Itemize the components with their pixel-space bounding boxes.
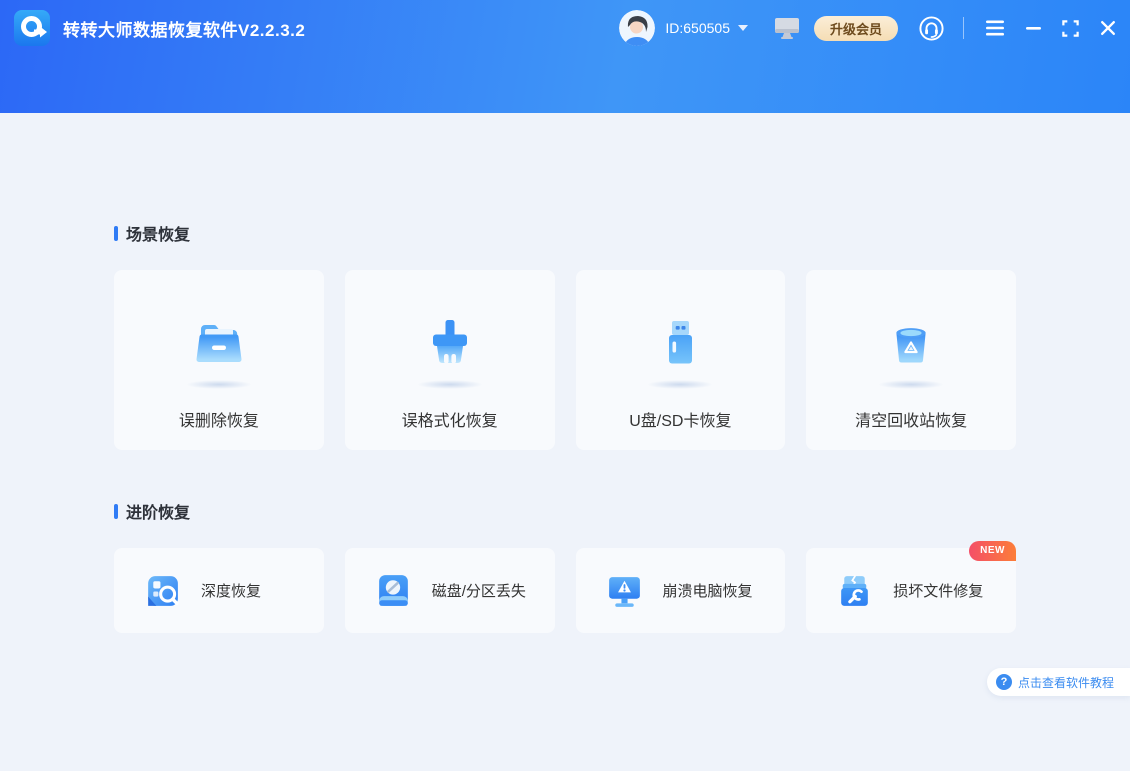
recycle-bin-icon: [878, 310, 944, 376]
section-accent-bar: [114, 226, 118, 241]
usb-drive-icon: [647, 310, 713, 376]
card-label: 误删除恢复: [179, 407, 259, 431]
caret-down-icon[interactable]: [738, 25, 748, 31]
monitor-icon[interactable]: [774, 17, 800, 40]
close-icon[interactable]: [1100, 20, 1116, 36]
card-deleted-recovery[interactable]: 误删除恢复: [114, 270, 324, 450]
user-id-label[interactable]: ID:650505: [665, 20, 730, 36]
card-label: 磁盘/分区丢失: [432, 580, 526, 601]
tutorial-link-label: 点击查看软件教程: [1018, 674, 1114, 691]
folder-icon: [186, 310, 252, 376]
advanced-section-title: 进阶恢复: [114, 450, 1016, 523]
scenario-card-grid: 误删除恢复: [114, 270, 1016, 450]
app-title: 转转大师数据恢复软件V2.2.3.2: [63, 16, 305, 41]
card-label: 误格式化恢复: [402, 407, 498, 431]
card-formatted-recovery[interactable]: 误格式化恢复: [345, 270, 555, 450]
disk-partition-icon: [373, 570, 414, 611]
file-repair-icon: [834, 570, 875, 611]
app-logo-icon: [14, 10, 50, 46]
new-badge: NEW: [969, 541, 1016, 561]
maximize-icon[interactable]: [1062, 20, 1079, 37]
card-label: U盘/SD卡恢复: [629, 407, 731, 431]
minimize-icon[interactable]: [1026, 27, 1041, 30]
main-area: 场景恢复: [0, 113, 1130, 771]
card-deep-recovery[interactable]: 深度恢复: [114, 548, 324, 633]
card-file-repair[interactable]: NEW 损坏文件修复: [806, 548, 1016, 633]
app-window: 转转大师数据恢复软件V2.2.3.2 ID:650505: [0, 0, 1130, 771]
card-label: 损坏文件修复: [893, 580, 983, 601]
card-recycle-bin-recovery[interactable]: 清空回收站恢复: [806, 270, 1016, 450]
card-usb-sd-recovery[interactable]: U盘/SD卡恢复: [576, 270, 786, 450]
card-disk-partition-lost[interactable]: 磁盘/分区丢失: [345, 548, 555, 633]
user-avatar[interactable]: [619, 10, 655, 46]
title-bar: 转转大师数据恢复软件V2.2.3.2 ID:650505: [0, 0, 1130, 113]
customer-service-icon[interactable]: [918, 15, 945, 42]
deep-scan-icon: [142, 570, 183, 611]
upgrade-member-button[interactable]: 升级会员: [814, 16, 898, 41]
icon-shadow: [186, 380, 252, 389]
icon-shadow: [878, 380, 944, 389]
advanced-card-grid: 深度恢复 磁盘/分区丢: [114, 548, 1016, 633]
card-crashed-pc-recovery[interactable]: 崩溃电脑恢复: [576, 548, 786, 633]
icon-shadow: [647, 380, 713, 389]
card-label: 崩溃电脑恢复: [663, 580, 753, 601]
card-label: 深度恢复: [201, 580, 261, 601]
question-icon: ?: [996, 674, 1012, 690]
tutorial-link[interactable]: ? 点击查看软件教程: [987, 668, 1130, 696]
card-label: 清空回收站恢复: [855, 407, 967, 431]
section-accent-bar: [114, 504, 118, 519]
header-divider: [963, 17, 964, 39]
icon-shadow: [417, 380, 483, 389]
broom-icon: [417, 310, 483, 376]
crashed-pc-icon: [604, 570, 645, 611]
menu-icon[interactable]: [985, 20, 1005, 36]
scenario-section-title: 场景恢复: [114, 113, 1016, 245]
